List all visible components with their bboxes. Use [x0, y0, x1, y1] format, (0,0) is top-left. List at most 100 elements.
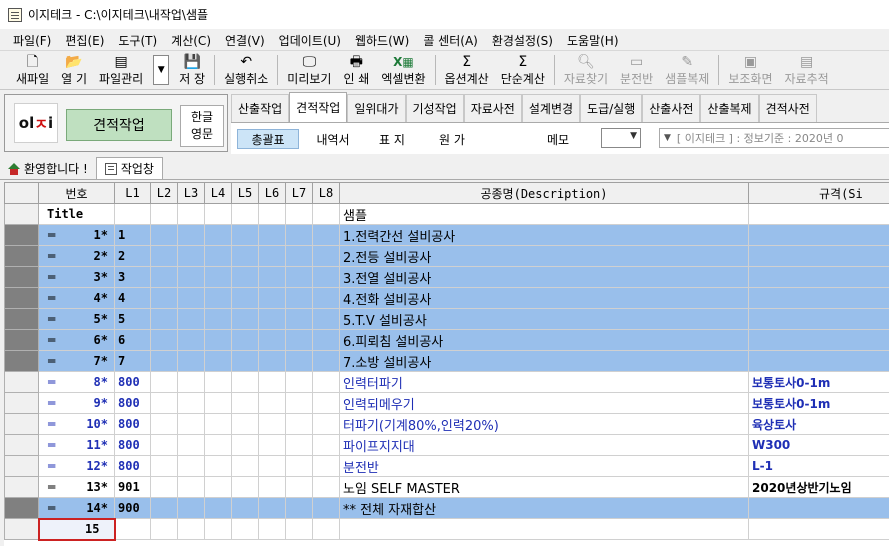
level-8-cell[interactable]	[312, 224, 340, 246]
spec-cell[interactable]: L-1	[748, 455, 889, 477]
header-l3[interactable]: L3	[177, 182, 205, 204]
spec-cell[interactable]: 보통토사0-1m	[748, 392, 889, 414]
level-2-cell[interactable]	[150, 518, 178, 540]
level-5-cell[interactable]	[231, 497, 259, 519]
description-cell[interactable]: 1.전력간선 설비공사	[339, 224, 749, 246]
level-7-cell[interactable]	[285, 308, 313, 330]
tab-estimate-work[interactable]: 견적작업	[289, 92, 348, 122]
level-1-cell[interactable]: 901	[114, 476, 151, 498]
level-7-cell[interactable]	[285, 497, 313, 519]
row-indicator[interactable]	[4, 245, 39, 267]
level-5-cell[interactable]	[231, 350, 259, 372]
description-cell[interactable]: ** 전체 자재합산	[339, 497, 749, 519]
cell[interactable]	[114, 203, 151, 225]
spec-cell[interactable]	[748, 350, 889, 372]
description-cell[interactable]: 7.소방 설비공사	[339, 350, 749, 372]
description-cell[interactable]	[339, 518, 749, 540]
info-select[interactable]: ▼ [ 이지테크 ] : 정보기준 : 2020년 0	[659, 128, 889, 148]
option-calc-button[interactable]: Σ 옵션계산	[439, 51, 495, 89]
header-l7[interactable]: L7	[285, 182, 313, 204]
header-l2[interactable]: L2	[150, 182, 178, 204]
level-5-cell[interactable]	[231, 266, 259, 288]
level-7-cell[interactable]	[285, 434, 313, 456]
level-7-cell[interactable]	[285, 329, 313, 351]
table-row[interactable]: ═ 4* 4 4.전화 설비공사	[4, 287, 889, 309]
level-2-cell[interactable]	[150, 392, 178, 414]
level-2-cell[interactable]	[150, 455, 178, 477]
level-2-cell[interactable]	[150, 287, 178, 309]
level-6-cell[interactable]	[258, 350, 286, 372]
table-row[interactable]: ═ 9* 800 인력되메우기 보통토사0-1m	[4, 392, 889, 414]
level-5-cell[interactable]	[231, 371, 259, 393]
row-indicator[interactable]	[4, 392, 39, 414]
level-1-cell[interactable]: 800	[114, 392, 151, 414]
level-6-cell[interactable]	[258, 287, 286, 309]
level-3-cell[interactable]	[177, 497, 205, 519]
simple-calc-button[interactable]: Σ 단순계산	[495, 51, 551, 89]
level-7-cell[interactable]	[285, 455, 313, 477]
level-6-cell[interactable]	[258, 434, 286, 456]
print-button[interactable]: 🖶 인 쇄	[337, 51, 375, 89]
level-6-cell[interactable]	[258, 476, 286, 498]
level-8-cell[interactable]	[312, 455, 340, 477]
level-3-cell[interactable]	[177, 287, 205, 309]
table-row[interactable]: ═ 11* 800 파이프지지대 W300	[4, 434, 889, 456]
level-7-cell[interactable]	[285, 392, 313, 414]
level-6-cell[interactable]	[258, 392, 286, 414]
level-2-cell[interactable]	[150, 497, 178, 519]
level-4-cell[interactable]	[204, 392, 232, 414]
row-indicator[interactable]	[4, 266, 39, 288]
table-row[interactable]: ═ 2* 2 2.전등 설비공사	[4, 245, 889, 267]
header-l6[interactable]: L6	[258, 182, 286, 204]
level-1-cell[interactable]: 4	[114, 287, 151, 309]
level-5-cell[interactable]	[231, 245, 259, 267]
menu-settings[interactable]: 환경설정(S)	[485, 32, 560, 49]
menu-link[interactable]: 연결(V)	[218, 32, 272, 49]
header-l4[interactable]: L4	[204, 182, 232, 204]
level-1-cell[interactable]: 900	[114, 497, 151, 519]
level-7-cell[interactable]	[285, 224, 313, 246]
level-5-cell[interactable]	[231, 455, 259, 477]
description-cell[interactable]: 파이프지지대	[339, 434, 749, 456]
estimate-mode-button[interactable]: 견적작업	[66, 109, 172, 141]
level-2-cell[interactable]	[150, 245, 178, 267]
tab-worksheet[interactable]: 작업창	[95, 157, 163, 179]
spec-cell[interactable]	[748, 266, 889, 288]
level-6-cell[interactable]	[258, 413, 286, 435]
level-4-cell[interactable]	[204, 497, 232, 519]
header-description[interactable]: 공종명(Description)	[339, 182, 749, 204]
row-indicator[interactable]	[4, 518, 39, 540]
level-4-cell[interactable]	[204, 371, 232, 393]
spec-cell[interactable]	[748, 518, 889, 540]
level-6-cell[interactable]	[258, 455, 286, 477]
level-3-cell[interactable]	[177, 413, 205, 435]
level-4-cell[interactable]	[204, 308, 232, 330]
find-data-button[interactable]: 🔍︎ 자료찾기	[558, 51, 614, 89]
spec-cell[interactable]	[748, 329, 889, 351]
level-5-cell[interactable]	[231, 329, 259, 351]
data-extract-button[interactable]: ▤ 자료추적	[779, 51, 835, 89]
description-cell[interactable]: 2.전등 설비공사	[339, 245, 749, 267]
level-8-cell[interactable]	[312, 497, 340, 519]
cell[interactable]	[150, 203, 178, 225]
file-manage-button[interactable]: ▤ 파일관리	[93, 51, 149, 89]
level-8-cell[interactable]	[312, 518, 340, 540]
cell[interactable]	[204, 203, 232, 225]
tab-welcome[interactable]: 환영합니다 !	[0, 158, 96, 179]
level-1-cell[interactable]: 800	[114, 455, 151, 477]
level-4-cell[interactable]	[204, 329, 232, 351]
cell[interactable]	[312, 203, 340, 225]
description-cell[interactable]: 4.전화 설비공사	[339, 287, 749, 309]
table-row[interactable]: ═ 10* 800 터파기(기계80%,인력20%) 육상토사	[4, 413, 889, 435]
cell[interactable]	[748, 203, 889, 225]
level-7-cell[interactable]	[285, 287, 313, 309]
level-7-cell[interactable]	[285, 518, 313, 540]
level-5-cell[interactable]	[231, 224, 259, 246]
description-cell[interactable]: 5.T.V 설비공사	[339, 308, 749, 330]
level-4-cell[interactable]	[204, 455, 232, 477]
table-row[interactable]: ═ 6* 6 6.피뢰침 설비공사	[4, 329, 889, 351]
level-2-cell[interactable]	[150, 434, 178, 456]
table-row[interactable]: ═ 12* 800 분전반 L-1	[4, 455, 889, 477]
level-3-cell[interactable]	[177, 434, 205, 456]
table-row[interactable]: ═ 1* 1 1.전력간선 설비공사	[4, 224, 889, 246]
